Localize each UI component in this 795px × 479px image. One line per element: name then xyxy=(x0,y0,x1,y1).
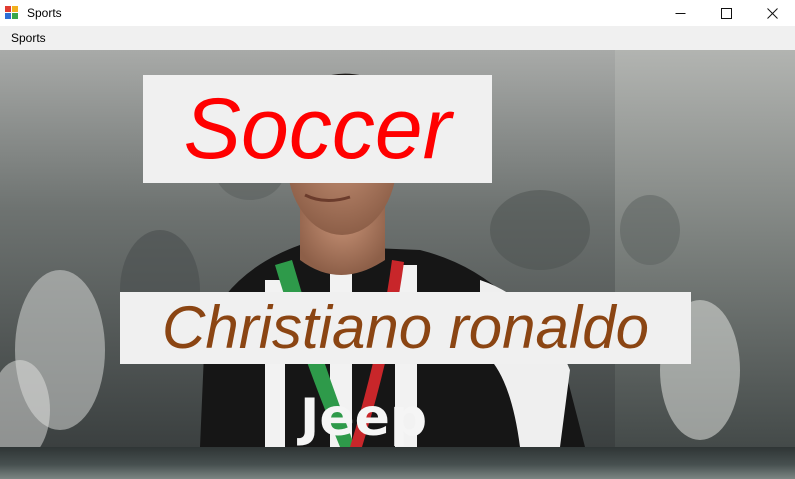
minimize-icon xyxy=(675,12,685,14)
sport-heading-label: Soccer xyxy=(143,75,492,183)
player-name-label: Christiano ronaldo xyxy=(120,292,691,364)
maximize-icon xyxy=(720,7,732,19)
window-title: Sports xyxy=(27,6,62,20)
window-controls xyxy=(657,0,795,26)
app-window: Sports Sports Jeep Soccer Christiano ron… xyxy=(0,0,795,479)
menu-item-sports[interactable]: Sports xyxy=(7,28,50,48)
title-bar[interactable]: Sports xyxy=(0,0,795,26)
svg-text:Jeep: Jeep xyxy=(297,388,427,447)
close-icon xyxy=(766,7,778,19)
maximize-button[interactable] xyxy=(703,0,749,26)
app-icon xyxy=(5,6,19,20)
menu-bar: Sports xyxy=(0,26,795,50)
player-name-text: Christiano ronaldo xyxy=(162,294,649,361)
close-button[interactable] xyxy=(749,0,795,26)
minimize-button[interactable] xyxy=(657,0,703,26)
bottom-image-strip xyxy=(0,447,795,479)
sport-heading-text: Soccer xyxy=(183,81,452,177)
